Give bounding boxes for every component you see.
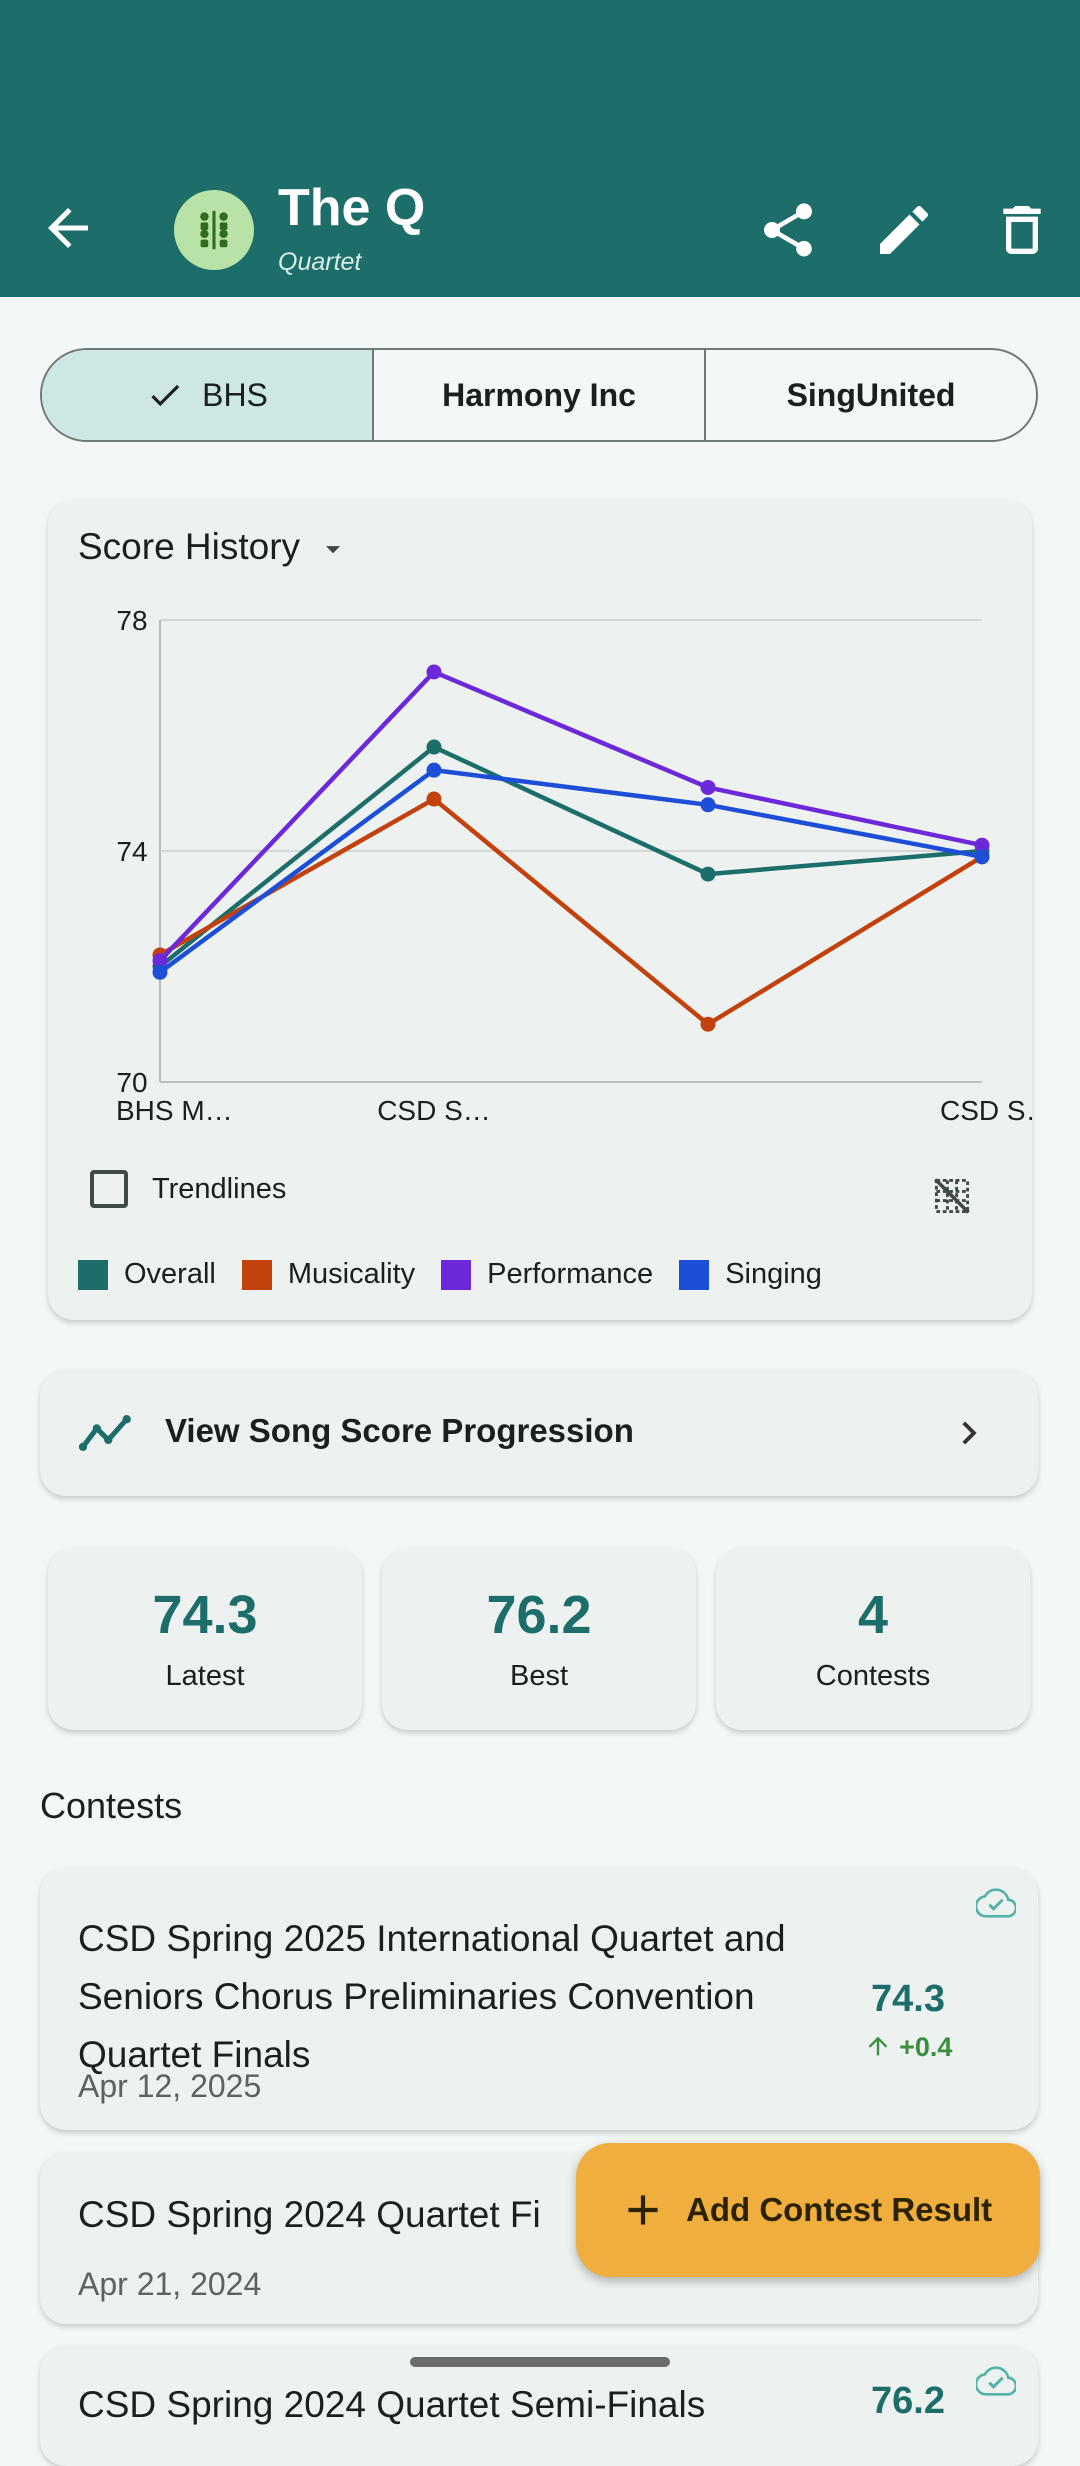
stat-latest: 74.3 Latest [48,1548,362,1730]
contest-score: 76.2 [871,2380,945,2422]
legend-swatch [441,1259,472,1290]
edit-pencil-icon[interactable] [872,198,936,262]
y-tick-label: 70 [116,1067,147,1098]
tab-harmony-inc[interactable]: Harmony Inc [374,350,706,440]
trend-line-icon [78,1415,131,1451]
stat-best: 76.2 Best [382,1548,696,1730]
y-tick-label: 74 [116,836,147,867]
data-point-musicality [426,791,442,807]
song-score-progression-button[interactable]: View Song Score Progression [40,1370,1038,1496]
stat-label: Contests [815,1660,931,1692]
tab-singunited[interactable]: SingUnited [706,350,1036,440]
data-point-overall [426,739,442,755]
data-point-performance [700,779,716,795]
data-point-overall [700,866,716,882]
stat-value: 4 [857,1585,889,1645]
check-icon [151,384,180,407]
fab-label: Add Contest Result [686,2191,993,2228]
x-tick-label: CSD S… [377,1095,491,1126]
contest-score: 74.3 [871,1978,945,2020]
data-point-musicality [700,1016,716,1032]
stat-value: 76.2 [486,1585,592,1645]
trendlines-label: Trendlines [152,1172,287,1205]
series-line-singing [158,767,983,975]
y-tick-label: 78 [116,605,147,636]
data-point-singing [974,849,990,865]
legend-label: Overall [124,1258,216,1290]
trendlines-checkbox[interactable] [90,1170,128,1208]
tab-singunited-label: SingUnited [786,376,956,413]
contest-delta-value: +0.4 [899,2032,953,2062]
x-tick-label: CSD S… [940,1095,1032,1126]
progression-label: View Song Score Progression [165,1412,634,1449]
grid-off-icon[interactable] [930,1174,974,1218]
page-title: The Q [278,179,426,237]
legend-label: Musicality [287,1258,416,1290]
contest-date: Apr 12, 2025 [78,2068,262,2104]
legend-swatch [78,1259,108,1290]
group-avatar [174,190,254,270]
cloud-synced-icon [976,1888,1016,1918]
share-icon[interactable] [756,198,820,262]
tab-harmony-inc-label: Harmony Inc [442,376,636,413]
app-bar: The Q Quartet [0,0,1080,297]
stat-contests: 4 Contests [716,1548,1030,1730]
contest-title: CSD Spring 2024 Quartet Semi-Finals [78,2384,706,2425]
trendlines-toggle[interactable]: Trendlines [90,1170,286,1208]
add-contest-result-button[interactable]: Add Contest Result [576,2143,1040,2277]
data-point-singing [700,797,716,813]
contest-card[interactable]: CSD Spring 2025 International Quartet an… [40,1868,1038,2130]
legend-item-performance: Performance [441,1258,653,1291]
score-history-chart: 78 74 70BHS M… CSD S… CSD S… [116,605,1032,1126]
stat-value: 74.3 [152,1585,258,1645]
chevron-right-icon [962,1421,977,1445]
legend-item-musicality: Musicality [241,1258,416,1291]
stat-label: Latest [165,1660,245,1692]
gesture-bar [410,2357,670,2367]
contest-date: Apr 21, 2024 [78,2266,262,2302]
quartet-icon [200,210,228,250]
data-point-performance [426,664,442,680]
back-arrow-icon[interactable] [38,198,98,258]
data-point-singing [426,762,442,778]
x-tick-label: BHS M… [116,1095,233,1126]
legend-swatch [241,1259,272,1290]
legend-label: Singing [725,1258,822,1290]
legend-item-overall: Overall [78,1258,216,1291]
contest-delta: +0.4 [828,2032,988,2063]
contests-heading: Contests [40,1785,183,1826]
contest-title: CSD Spring 2025 International Quartet an… [78,1918,786,2075]
chart-legend: Overall Musicality Performance Singing [78,1258,822,1291]
legend-item-singing: Singing [679,1258,822,1291]
stat-label: Best [509,1660,569,1692]
score-history-card: Score History 787470BHS M…CSD S…CSD S… T… [48,500,1032,1320]
tab-bhs-label: BHS [202,376,268,413]
organization-tabs: BHS Harmony Inc SingUnited [40,348,1038,442]
legend-label: Performance [487,1258,654,1290]
legend-swatch [679,1259,710,1290]
cloud-synced-icon [976,2366,1016,2396]
series-line-performance [158,669,983,963]
delete-trash-icon[interactable] [990,198,1054,262]
page-subtitle: Quartet [278,248,362,276]
data-point-singing [152,964,168,980]
arrow-up-icon [868,2036,887,2056]
plus-icon [628,2195,658,2225]
tab-bhs[interactable]: BHS [42,350,374,440]
